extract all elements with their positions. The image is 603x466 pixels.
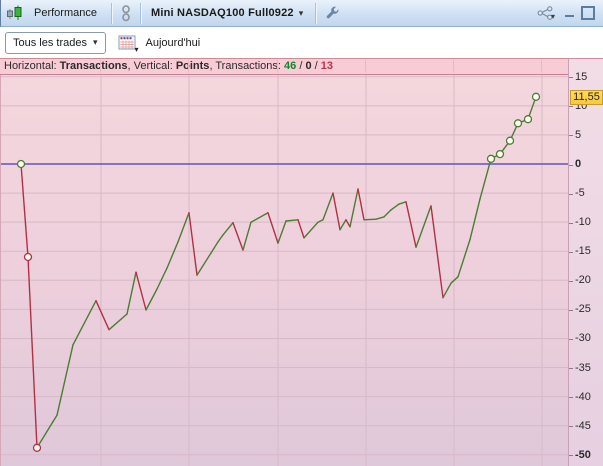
trades-filter-dropdown[interactable]: Tous les trades ▾ xyxy=(5,31,106,54)
y-axis-label: -50 xyxy=(575,448,591,461)
performance-chart-area: Horizontal: Transactions, Vertical: Poin… xyxy=(0,58,603,466)
y-axis-label: -20 xyxy=(575,274,591,287)
header-gridline xyxy=(100,60,101,73)
y-axis-tick xyxy=(569,280,573,282)
properties-wrench-icon[interactable] xyxy=(322,3,343,24)
y-axis-tick xyxy=(569,338,573,340)
chevron-down-icon: ▾ xyxy=(134,45,139,54)
trade-marker xyxy=(16,159,26,169)
y-axis-label: -10 xyxy=(575,216,591,229)
share-connections-icon[interactable]: ▾ xyxy=(534,3,558,24)
y-axis-tick xyxy=(569,368,573,370)
trade-marker xyxy=(486,154,496,163)
chevron-down-icon[interactable]: ▾ xyxy=(294,8,310,19)
y-axis-tick xyxy=(569,193,573,195)
minimize-button[interactable] xyxy=(565,15,574,17)
trade-marker xyxy=(513,119,523,128)
y-axis-label: -40 xyxy=(575,390,591,403)
y-axis-tick xyxy=(569,455,573,457)
trade-marker xyxy=(32,443,42,452)
y-axis-tick xyxy=(569,164,573,166)
header-gridline xyxy=(453,60,454,73)
y-axis-points-scale[interactable]: 11,55 15 10 5 0 -5 -10 -15 -20 -25 -30 -35 -40 -45 -5… xyxy=(568,58,603,466)
trade-marker xyxy=(505,136,515,145)
date-range-label: Aujourd'hui xyxy=(145,36,201,49)
y-axis-label: -25 xyxy=(575,303,591,316)
y-axis-label: -5 xyxy=(575,187,585,200)
y-axis-label: -15 xyxy=(575,245,591,258)
y-axis-label: 5 xyxy=(575,128,582,141)
trade-marker xyxy=(531,92,541,101)
header-gridline xyxy=(541,60,542,73)
chevron-down-icon: ▾ xyxy=(550,12,555,21)
equity-curve-chart[interactable] xyxy=(0,75,569,466)
instrument-link-icon[interactable] xyxy=(118,3,134,24)
y-axis-tick xyxy=(569,106,573,108)
header-gridline xyxy=(277,60,278,73)
trade-marker xyxy=(495,149,505,159)
wins-count: 46 xyxy=(284,60,297,72)
y-axis-tick xyxy=(569,135,573,137)
performance-window: Performance Mini NASDAQ100 Full0922 ▾ ▾ … xyxy=(0,0,603,466)
y-axis-tick xyxy=(569,309,573,311)
y-axis-label: 15 xyxy=(575,70,588,83)
toolbar-separator xyxy=(315,2,317,24)
trade-marker xyxy=(523,115,533,124)
performance-candles-icon xyxy=(1,3,28,24)
header-gridline xyxy=(188,60,189,73)
y-axis-label: 0 xyxy=(575,158,582,170)
toolbar-separator xyxy=(110,2,112,24)
y-axis-tick xyxy=(569,77,573,79)
y-axis-label: -35 xyxy=(575,361,591,374)
chart-axis-legend: Horizontal: Transactions, Vertical: Poin… xyxy=(0,58,568,75)
y-axis-tick xyxy=(569,251,573,253)
header-gridline xyxy=(365,60,366,73)
instrument-selector[interactable]: Mini NASDAQ100 Full0922 xyxy=(147,7,294,19)
trades-filter-label: Tous les trades xyxy=(13,36,87,49)
maximize-button[interactable] xyxy=(581,6,595,20)
trade-marker xyxy=(23,252,33,262)
y-axis-tick xyxy=(569,426,573,428)
y-axis-label: -30 xyxy=(575,332,591,345)
y-axis-tick xyxy=(569,222,573,224)
chevron-down-icon: ▾ xyxy=(92,37,98,47)
date-picker-button[interactable]: ▾ xyxy=(118,34,139,54)
current-value-badge: 11,55 xyxy=(570,90,603,106)
window-titlebar: Performance Mini NASDAQ100 Full0922 ▾ ▾ xyxy=(0,0,603,27)
losses-count: 13 xyxy=(320,60,334,72)
tab-performance[interactable]: Performance xyxy=(28,7,105,19)
y-axis-tick xyxy=(569,397,573,399)
y-axis-label: -45 xyxy=(575,419,591,432)
filter-toolbar: Tous les trades ▾ ▾ Aujourd'hui xyxy=(0,27,603,58)
toolbar-separator xyxy=(139,2,141,24)
